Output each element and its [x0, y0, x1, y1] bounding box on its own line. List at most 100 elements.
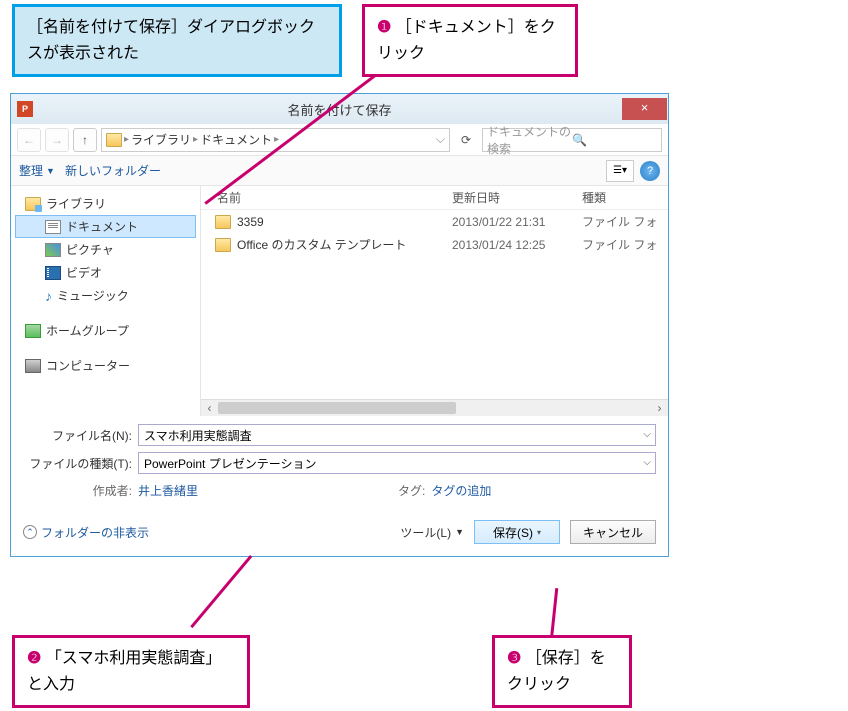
folder-icon — [106, 133, 122, 147]
save-label: 保存(S) — [493, 524, 533, 541]
music-icon: ♪ — [45, 289, 52, 303]
filename-label: ファイル名(N): — [23, 427, 138, 444]
tree-documents-label: ドキュメント — [66, 218, 138, 235]
tree-videos-label: ビデオ — [66, 264, 102, 281]
tree-libraries[interactable]: ライブラリ — [15, 192, 196, 215]
scroll-left-icon[interactable]: ‹ — [201, 400, 218, 416]
tree-videos[interactable]: ビデオ — [15, 261, 196, 284]
file-list-header: 名前 更新日時 種類 — [201, 186, 668, 210]
file-name: 3359 — [237, 215, 452, 229]
tree-pictures[interactable]: ピクチャ — [15, 238, 196, 261]
file-name: Office のカスタム テンプレート — [237, 236, 452, 253]
filename-input[interactable]: スマホ利用実態調査 ⌵ — [138, 424, 656, 446]
chevron-down-icon: ▾ — [537, 528, 541, 537]
file-type: ファイル フォ — [582, 236, 662, 253]
search-placeholder: ドキュメントの検索 — [487, 123, 572, 157]
document-icon — [45, 220, 61, 234]
step3-number: ❸ — [507, 650, 521, 667]
form-area: ファイル名(N): スマホ利用実態調査 ⌵ ファイルの種類(T): PowerP… — [11, 416, 668, 509]
dialog-footer: ⌃ フォルダーの非表示 ツール(L) ▼ 保存(S) ▾ キャンセル — [11, 509, 668, 556]
collapse-icon: ⌃ — [23, 525, 37, 539]
filetype-label: ファイルの種類(T): — [23, 455, 138, 472]
cancel-label: キャンセル — [583, 524, 643, 541]
chevron-down-icon: ▼ — [455, 527, 464, 537]
view-button[interactable]: ☰▾ — [606, 160, 634, 182]
chevron-down-icon[interactable]: ⌵ — [643, 457, 651, 468]
titlebar[interactable]: P 名前を付けて保存 × — [11, 94, 668, 124]
view-icon: ☰▾ — [613, 165, 627, 176]
back-button[interactable]: ← — [17, 128, 41, 152]
file-date: 2013/01/24 12:25 — [452, 238, 582, 252]
tree-documents[interactable]: ドキュメント — [15, 215, 196, 238]
libraries-icon — [25, 197, 41, 211]
chevron-down-icon: ▼ — [46, 166, 55, 176]
save-button[interactable]: 保存(S) ▾ — [474, 520, 560, 544]
file-list: 名前 更新日時 種類 33592013/01/22 21:31ファイル フォOf… — [201, 186, 668, 416]
filename-value: スマホ利用実態調査 — [144, 427, 252, 444]
callout-info: ［名前を付けて保存］ダイアログボックスが表示された — [12, 4, 342, 77]
step2-number: ❷ — [27, 650, 41, 667]
file-date: 2013/01/22 21:31 — [452, 215, 582, 229]
chevron-down-icon[interactable]: ⌵ — [643, 429, 651, 440]
forward-button[interactable]: → — [45, 128, 69, 152]
table-row[interactable]: Office のカスタム テンプレート2013/01/24 12:25ファイル … — [201, 233, 668, 256]
tree-music[interactable]: ♪ ミュージック — [15, 284, 196, 307]
horizontal-scrollbar[interactable]: ‹ › — [201, 399, 668, 416]
filetype-select[interactable]: PowerPoint プレゼンテーション ⌵ — [138, 452, 656, 474]
callout-step1: ❶ ［ドキュメント］をクリック — [362, 4, 578, 77]
step3-text: ［保存］をクリック — [507, 650, 606, 693]
col-name[interactable]: 名前 — [207, 189, 452, 206]
chevron-down-icon[interactable]: ⌵ — [436, 132, 445, 147]
step1-number: ❶ — [377, 19, 391, 36]
folder-icon — [215, 215, 231, 229]
pictures-icon — [45, 243, 61, 257]
callout-step2: ❷ 「スマホ利用実態調査」と入力 — [12, 635, 250, 708]
tree-libraries-label: ライブラリ — [46, 195, 106, 212]
tools-label: ツール(L) — [400, 524, 451, 541]
toolbar: 整理 ▼ 新しいフォルダー ☰▾ ? — [11, 156, 668, 186]
chevron-right-icon: ▸ — [193, 134, 198, 145]
scroll-right-icon[interactable]: › — [651, 400, 668, 416]
chevron-right-icon: ▸ — [124, 134, 129, 145]
hide-folders-button[interactable]: ⌃ フォルダーの非表示 — [23, 524, 149, 541]
main-panel: ライブラリ ドキュメント ピクチャ ビデオ ♪ ミュージック ホームグループ — [11, 186, 668, 416]
tree-music-label: ミュージック — [57, 287, 129, 304]
new-folder-button[interactable]: 新しいフォルダー — [65, 162, 161, 179]
refresh-button[interactable]: ⟳ — [454, 128, 478, 152]
table-row[interactable]: 33592013/01/22 21:31ファイル フォ — [201, 210, 668, 233]
col-date[interactable]: 更新日時 — [452, 189, 582, 206]
arrow-2 — [190, 555, 252, 628]
author-value[interactable]: 井上香緒里 — [138, 482, 198, 499]
up-button[interactable]: ↑ — [73, 128, 97, 152]
file-type: ファイル フォ — [582, 213, 662, 230]
help-button[interactable]: ? — [640, 161, 660, 181]
callout-info-text: ［名前を付けて保存］ダイアログボックスが表示された — [27, 19, 315, 62]
col-type[interactable]: 種類 — [582, 189, 662, 206]
tree-computer[interactable]: コンピューター — [15, 354, 196, 377]
nav-bar: ← → ↑ ▸ ライブラリ ▸ ドキュメント ▸ ⌵ ⟳ ドキュメントの検索 🔍 — [11, 124, 668, 156]
tree-homegroup[interactable]: ホームグループ — [15, 319, 196, 342]
step2-text: 「スマホ利用実態調査」と入力 — [27, 650, 221, 693]
tree-computer-label: コンピューター — [46, 357, 130, 374]
organize-label: 整理 — [19, 162, 43, 179]
scroll-thumb[interactable] — [218, 402, 456, 414]
chevron-right-icon: ▸ — [274, 134, 279, 145]
tree-pictures-label: ピクチャ — [66, 241, 114, 258]
filetype-value: PowerPoint プレゼンテーション — [144, 455, 316, 472]
tools-menu[interactable]: ツール(L) ▼ — [400, 524, 464, 541]
tree-homegroup-label: ホームグループ — [46, 322, 129, 339]
videos-icon — [45, 266, 61, 280]
crumb-libraries[interactable]: ライブラリ — [131, 131, 191, 148]
callout-step3: ❸ ［保存］をクリック — [492, 635, 632, 708]
folder-icon — [215, 238, 231, 252]
new-folder-label: 新しいフォルダー — [65, 162, 161, 179]
cancel-button[interactable]: キャンセル — [570, 520, 656, 544]
computer-icon — [25, 359, 41, 373]
crumb-documents[interactable]: ドキュメント — [200, 131, 272, 148]
nav-tree: ライブラリ ドキュメント ピクチャ ビデオ ♪ ミュージック ホームグループ — [11, 186, 201, 416]
search-icon: 🔍 — [572, 133, 657, 147]
tag-value[interactable]: タグの追加 — [431, 482, 491, 499]
organize-button[interactable]: 整理 ▼ — [19, 162, 55, 179]
search-input[interactable]: ドキュメントの検索 🔍 — [482, 128, 662, 152]
author-label: 作成者: — [23, 482, 138, 499]
